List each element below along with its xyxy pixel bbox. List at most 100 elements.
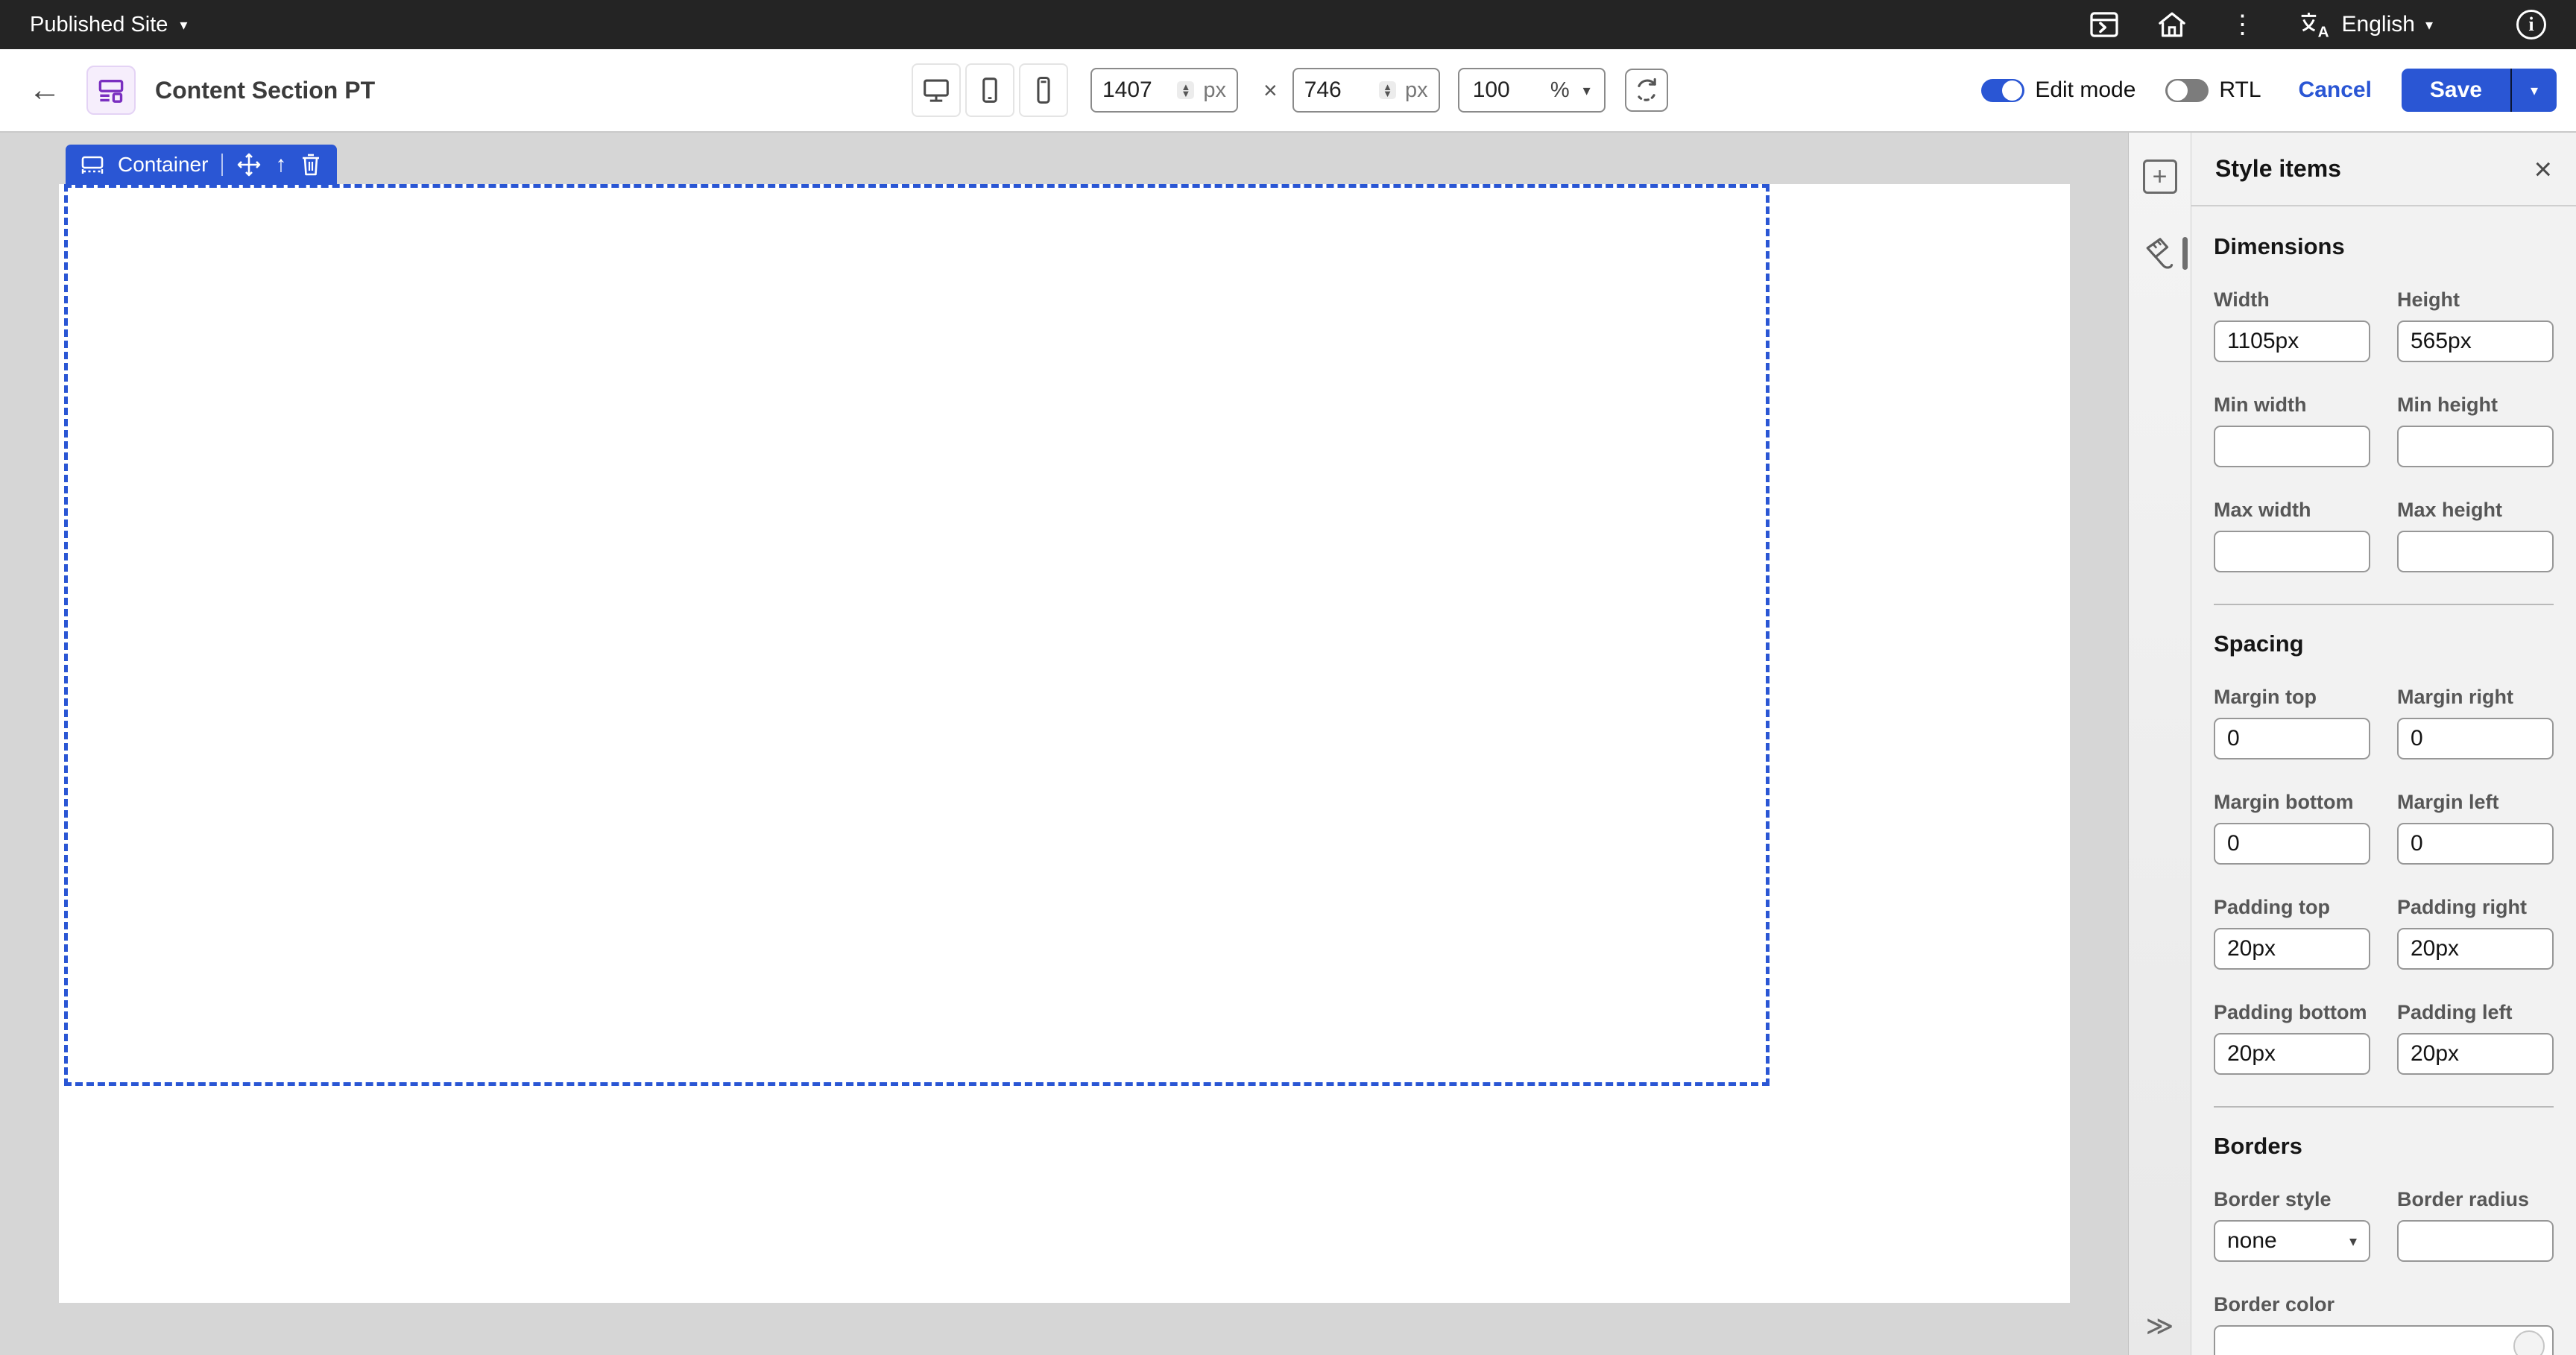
field-min-width: Min width — [2214, 394, 2370, 467]
padding-bottom-input[interactable] — [2214, 1033, 2370, 1075]
field-label: Min height — [2397, 394, 2554, 417]
borders-section-header: Borders — [2214, 1133, 2554, 1160]
section-divider — [2214, 1106, 2554, 1108]
desktop-view-button[interactable] — [912, 63, 961, 117]
dimensions-fields: WidthHeightMin widthMin heightMax widthM… — [2214, 288, 2554, 572]
rtl-toggle[interactable] — [2165, 79, 2209, 102]
step-down-icon[interactable]: ▼ — [1383, 90, 1392, 97]
border-style-select[interactable]: none ▾ — [2214, 1220, 2370, 1262]
field-max-width: Max width — [2214, 499, 2370, 572]
container-icon — [80, 154, 104, 175]
padding-right-input[interactable] — [2397, 928, 2554, 970]
field-margin-left: Margin left — [2397, 791, 2554, 865]
container-selection-chip[interactable]: Container ↑ — [66, 145, 337, 185]
field-label: Max width — [2214, 499, 2370, 522]
border-radius-input[interactable] — [2397, 1220, 2554, 1262]
rtl-toggle-group[interactable]: RTL — [2165, 78, 2261, 103]
height-stepper[interactable]: ▲ ▼ — [1379, 81, 1396, 100]
width-stepper[interactable]: ▲ ▼ — [1177, 81, 1194, 100]
chevron-down-icon: ▾ — [2349, 1232, 2357, 1251]
field-label: Margin top — [2214, 686, 2370, 709]
zoom-select[interactable]: 100 % ▾ — [1458, 68, 1606, 113]
viewport-height-value[interactable]: 746 — [1304, 78, 1379, 103]
border-color-input[interactable] — [2214, 1325, 2554, 1355]
viewport-height-field[interactable]: 746 ▲ ▼ px — [1292, 68, 1440, 113]
margin-left-input[interactable] — [2397, 823, 2554, 865]
save-split-button: Save ▾ — [2402, 69, 2557, 112]
fit-to-screen-button[interactable] — [1625, 69, 1668, 112]
kebab-menu-icon[interactable]: ⋮ — [2226, 12, 2260, 37]
mobile-view-button[interactable] — [1019, 63, 1068, 117]
chevron-down-icon: ▾ — [2531, 81, 2538, 100]
home-icon[interactable] — [2157, 11, 2187, 38]
language-label: English — [2342, 12, 2415, 37]
add-item-button[interactable]: + — [2143, 159, 2177, 194]
padding-left-input[interactable] — [2397, 1033, 2554, 1075]
field-margin-top: Margin top — [2214, 686, 2370, 759]
open-site-browser-icon[interactable] — [2090, 12, 2118, 37]
margin-right-input[interactable] — [2397, 718, 2554, 759]
viewport-controls: 1407 ▲ ▼ px × 746 ▲ ▼ px 100 % ▾ — [912, 49, 1668, 131]
container-chip-label: Container — [118, 153, 208, 177]
style-tab-button[interactable] — [2129, 230, 2191, 277]
edit-mode-toggle-group[interactable]: Edit mode — [1981, 78, 2135, 103]
panel-body: Dimensions WidthHeightMin widthMin heigh… — [2191, 206, 2576, 1355]
width-unit-label: px — [1203, 78, 1226, 103]
field-label: Padding left — [2397, 1001, 2554, 1024]
margin-top-input[interactable] — [2214, 718, 2370, 759]
viewport-width-value[interactable]: 1407 — [1102, 78, 1177, 103]
move-icon[interactable] — [236, 152, 262, 177]
chevron-down-icon: ▾ — [180, 16, 187, 34]
field-width: Width — [2214, 288, 2370, 362]
toolbar-right: Edit mode RTL Cancel Save ▾ — [1981, 49, 2557, 131]
collapse-panel-button[interactable]: ≫ — [2146, 1310, 2174, 1342]
language-selector[interactable]: A English ▾ — [2299, 10, 2433, 39]
editor-canvas[interactable]: Container ↑ — [0, 133, 2128, 1355]
field-label: Margin right — [2397, 686, 2554, 709]
field-min-height: Min height — [2397, 394, 2554, 467]
close-icon[interactable]: × — [2534, 154, 2552, 185]
field-border-style: Border style none ▾ — [2214, 1188, 2370, 1262]
min-width-input[interactable] — [2214, 426, 2370, 467]
trash-icon[interactable] — [300, 153, 322, 177]
editor-toolbar: ← Content Section PT 1407 ▲ ▼ — [0, 49, 2576, 133]
max-width-input[interactable] — [2214, 531, 2370, 572]
content-section-icon — [86, 66, 136, 115]
tablet-view-button[interactable] — [965, 63, 1014, 117]
field-padding-top: Padding top — [2214, 896, 2370, 970]
rtl-label: RTL — [2219, 78, 2261, 103]
min-height-input[interactable] — [2397, 426, 2554, 467]
dimension-separator: × — [1263, 77, 1278, 104]
height-input[interactable] — [2397, 320, 2554, 362]
field-border-radius: Border radius — [2397, 1188, 2554, 1262]
width-input[interactable] — [2214, 320, 2370, 362]
toggle-knob — [2168, 80, 2188, 101]
save-button[interactable]: Save — [2402, 69, 2510, 112]
chevron-down-icon: ▾ — [1583, 81, 1591, 100]
padding-top-input[interactable] — [2214, 928, 2370, 970]
field-padding-bottom: Padding bottom — [2214, 1001, 2370, 1075]
page-title: Content Section PT — [155, 77, 375, 104]
toggle-knob — [2002, 80, 2022, 101]
field-label: Padding bottom — [2214, 1001, 2370, 1024]
field-max-height: Max height — [2397, 499, 2554, 572]
field-margin-bottom: Margin bottom — [2214, 791, 2370, 865]
published-site-menu[interactable]: Published Site ▾ — [30, 13, 187, 37]
field-padding-left: Padding left — [2397, 1001, 2554, 1075]
viewport-width-field[interactable]: 1407 ▲ ▼ px — [1090, 68, 1238, 113]
field-label: Border color — [2214, 1293, 2554, 1316]
step-down-icon[interactable]: ▼ — [1181, 90, 1190, 97]
max-height-input[interactable] — [2397, 531, 2554, 572]
back-button[interactable]: ← — [22, 72, 67, 109]
selected-container-outline[interactable] — [64, 184, 1770, 1086]
svg-text:A: A — [2317, 23, 2329, 39]
chevron-down-icon: ▾ — [2425, 16, 2433, 34]
info-icon[interactable]: i — [2516, 10, 2546, 40]
select-parent-icon[interactable]: ↑ — [275, 152, 286, 177]
save-options-button[interactable]: ▾ — [2510, 69, 2557, 112]
zoom-unit-label: % — [1550, 78, 1570, 103]
edit-mode-toggle[interactable] — [1981, 79, 2024, 102]
cancel-button[interactable]: Cancel — [2299, 78, 2372, 103]
style-items-panel: Style items × Dimensions WidthHeightMin … — [2191, 133, 2576, 1355]
margin-bottom-input[interactable] — [2214, 823, 2370, 865]
